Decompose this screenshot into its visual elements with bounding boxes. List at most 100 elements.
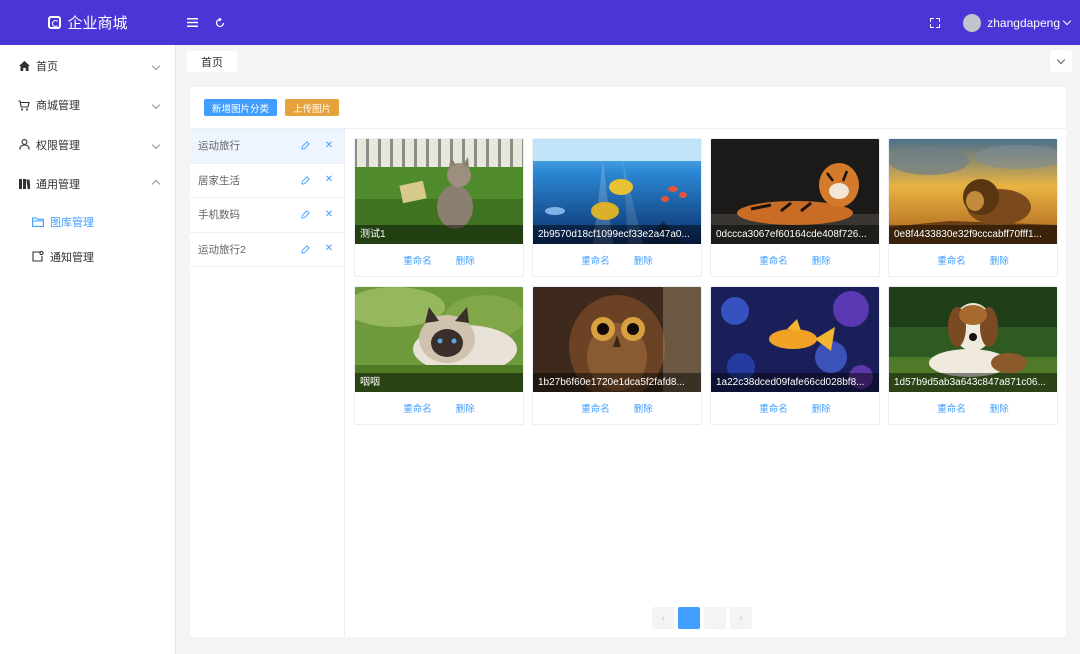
category-name: 手机数码 (198, 209, 240, 222)
brand-logo-icon (48, 16, 62, 29)
image-thumbnail[interactable]: 咽咽 (355, 287, 523, 392)
image-thumbnail[interactable]: 测试1 (355, 139, 523, 244)
image-thumbnail[interactable]: 1b27b6f60e1720e1dca5f2fafd8... (533, 287, 701, 392)
tabs-dropdown-chevron-down-icon[interactable] (1050, 50, 1072, 72)
image-caption: 1a22c38dced09fafe66cd028bf8... (711, 373, 879, 392)
image-caption: 2b9570d18cf1099ecf33e2a47a0... (533, 225, 701, 244)
pagination: ‹ › (652, 607, 752, 629)
image-caption: 0dccca3067ef60164cde408f726... (711, 225, 879, 244)
sidebar-subitem-label: 通知管理 (50, 251, 94, 264)
image-card: 测试1 重命名 删除 (354, 138, 524, 277)
tabs-bar: 首页 (176, 45, 1080, 78)
prev-page-chevron-left-icon[interactable]: ‹ (652, 607, 674, 629)
image-card: 1d57b9d5ab3a643c847a871c06... 重命名 删除 (888, 286, 1058, 425)
delete-link[interactable]: 删除 (456, 401, 475, 415)
image-thumbnail[interactable]: 2b9570d18cf1099ecf33e2a47a0... (533, 139, 701, 244)
gallery-card: 新增图片分类 上传图片 运动旅行 ✕ 居家生活 ✕ 手机数码 ✕ 运动旅行2 ✕ (190, 87, 1066, 637)
avatar[interactable] (963, 13, 982, 32)
refresh-icon[interactable] (212, 15, 228, 31)
next-page-chevron-right-icon[interactable]: › (730, 607, 752, 629)
book-icon (18, 178, 30, 190)
category-item[interactable]: 居家生活 ✕ (190, 164, 344, 198)
upload-image-button[interactable]: 上传图片 (285, 99, 340, 116)
image-card: 0e8f4433830e32f9cccabff70fff1... 重命名 删除 (888, 138, 1058, 277)
chevron-down-icon (151, 60, 161, 72)
category-item[interactable]: 运动旅行2 ✕ (190, 233, 344, 267)
username[interactable]: zhangdapeng (987, 16, 1060, 30)
gallery-toolbar: 新增图片分类 上传图片 (190, 87, 1066, 129)
close-icon[interactable]: ✕ (324, 140, 334, 151)
sidebar-item-shop[interactable]: 商城管理 (0, 86, 175, 126)
rename-link[interactable]: 重命名 (403, 401, 432, 415)
close-icon[interactable]: ✕ (324, 175, 334, 185)
rename-link[interactable]: 重命名 (937, 401, 966, 415)
image-thumbnail[interactable]: 1a22c38dced09fafe66cd028bf8... (711, 287, 879, 392)
image-thumbnail[interactable]: 0dccca3067ef60164cde408f726... (711, 139, 879, 244)
rename-link[interactable]: 重命名 (759, 401, 788, 415)
image-card: 1b27b6f60e1720e1dca5f2fafd8... 重命名 删除 (532, 286, 702, 425)
shop-icon (18, 99, 30, 111)
image-card: 咽咽 重命名 删除 (354, 286, 524, 425)
edit-icon[interactable] (300, 175, 310, 185)
image-caption: 咽咽 (355, 373, 523, 392)
image-thumbnail[interactable]: 1d57b9d5ab3a643c847a871c06... (889, 287, 1057, 392)
page-number[interactable] (704, 607, 726, 629)
category-name: 运动旅行2 (198, 243, 246, 256)
delete-link[interactable]: 删除 (990, 401, 1009, 415)
sidebar-item-label: 首页 (36, 60, 58, 73)
close-icon[interactable]: ✕ (324, 244, 334, 254)
category-name: 运动旅行 (198, 140, 240, 153)
rename-link[interactable]: 重命名 (581, 253, 610, 267)
image-card: 1a22c38dced09fafe66cd028bf8... 重命名 删除 (710, 286, 880, 425)
sidebar-item-label: 通用管理 (36, 179, 80, 192)
sidebar: 首页 商城管理 权限管理 通用管理 图库管理 通知管理 (0, 45, 176, 654)
notice-icon (32, 251, 44, 263)
category-name: 居家生活 (198, 174, 240, 187)
close-icon[interactable]: ✕ (324, 209, 334, 220)
edit-icon[interactable] (300, 210, 310, 220)
delete-link[interactable]: 删除 (812, 253, 831, 267)
tab-home[interactable]: 首页 (187, 51, 237, 72)
user-dropdown-chevron-down-icon[interactable] (1062, 16, 1072, 26)
delete-link[interactable]: 删除 (990, 253, 1009, 267)
rename-link[interactable]: 重命名 (403, 253, 432, 267)
folder-icon (32, 216, 44, 228)
category-list: 运动旅行 ✕ 居家生活 ✕ 手机数码 ✕ 运动旅行2 ✕ (190, 129, 345, 637)
sidebar-item-label: 权限管理 (36, 139, 80, 152)
sidebar-item-general[interactable]: 通用管理 (0, 165, 175, 205)
sidebar-item-permission[interactable]: 权限管理 (0, 125, 175, 165)
image-thumbnail[interactable]: 0e8f4433830e32f9cccabff70fff1... (889, 139, 1057, 244)
add-category-button[interactable]: 新增图片分类 (204, 99, 278, 116)
brand[interactable]: 企业商城 (0, 12, 176, 33)
edit-icon[interactable] (300, 244, 310, 254)
menu-toggle-icon[interactable] (184, 15, 200, 31)
chevron-down-icon (151, 139, 161, 151)
brand-name: 企业商城 (67, 15, 128, 32)
top-header: 企业商城 zhangdapeng (0, 0, 1080, 45)
category-item[interactable]: 运动旅行 ✕ (190, 129, 344, 164)
delete-link[interactable]: 删除 (634, 253, 653, 267)
rename-link[interactable]: 重命名 (937, 253, 966, 267)
fullscreen-icon[interactable] (927, 15, 943, 31)
rename-link[interactable]: 重命名 (581, 401, 610, 415)
category-item[interactable]: 手机数码 ✕ (190, 198, 344, 233)
sidebar-subitem-notice[interactable]: 通知管理 (0, 239, 175, 274)
delete-link[interactable]: 删除 (634, 401, 653, 415)
delete-link[interactable]: 删除 (456, 253, 475, 267)
page-number[interactable] (678, 607, 700, 629)
chevron-down-icon (151, 99, 161, 111)
image-caption: 1b27b6f60e1720e1dca5f2fafd8... (533, 373, 701, 392)
image-card: 2b9570d18cf1099ecf33e2a47a0... 重命名 删除 (532, 138, 702, 277)
home-icon (18, 60, 30, 72)
sidebar-item-home[interactable]: 首页 (0, 46, 175, 86)
image-caption: 1d57b9d5ab3a643c847a871c06... (889, 373, 1057, 392)
sidebar-subitem-gallery[interactable]: 图库管理 (0, 204, 175, 239)
image-card: 0dccca3067ef60164cde408f726... 重命名 删除 (710, 138, 880, 277)
edit-icon[interactable] (300, 141, 310, 151)
delete-link[interactable]: 删除 (812, 401, 831, 415)
image-caption: 测试1 (355, 225, 523, 244)
image-caption: 0e8f4433830e32f9cccabff70fff1... (889, 225, 1057, 244)
rename-link[interactable]: 重命名 (759, 253, 788, 267)
sidebar-subitem-label: 图库管理 (50, 216, 94, 229)
chevron-up-icon (151, 178, 161, 190)
